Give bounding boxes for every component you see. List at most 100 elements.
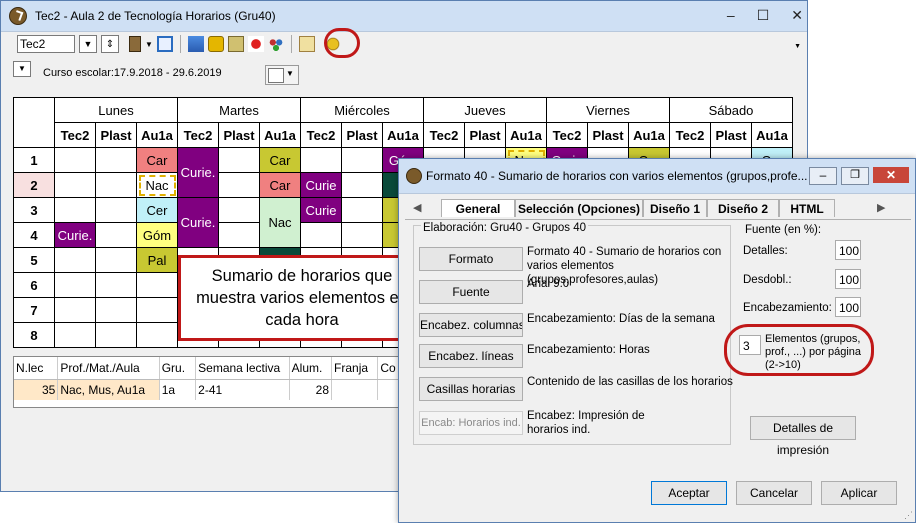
tab-seleccion[interactable]: Selección (Opciones) xyxy=(515,199,643,217)
timetable-cell[interactable] xyxy=(341,222,383,248)
dialog-close-icon[interactable]: ✕ xyxy=(873,167,909,183)
fuente-button[interactable]: Fuente xyxy=(419,280,523,304)
close-icon[interactable]: ✕ xyxy=(791,7,803,24)
timetable-cell[interactable] xyxy=(300,147,342,173)
main-titlebar: Tec2 - Aula 2 de Tecnología Horarios (Gr… xyxy=(1,1,807,32)
timetable-cell[interactable] xyxy=(54,247,96,273)
book-icon[interactable] xyxy=(129,36,141,52)
pin-icon[interactable] xyxy=(247,36,264,52)
page-settings-icon[interactable] xyxy=(298,36,315,52)
encab-columnas-button[interactable]: Encabez. columnas xyxy=(419,313,523,337)
timetable-cell-mar-au1-r1[interactable]: Car xyxy=(259,147,301,173)
header-grupo[interactable]: Gru. xyxy=(160,357,197,379)
detalles-input[interactable]: 100 xyxy=(835,240,861,260)
timetable-cell[interactable] xyxy=(54,272,96,298)
table-row[interactable]: 35 Nac, Mus, Au1a 1a 2-41 28 xyxy=(14,380,402,400)
timetable-cell[interactable] xyxy=(136,297,178,323)
timetable-cell[interactable] xyxy=(136,272,178,298)
detalles-impresion-button[interactable]: Detalles de impresión xyxy=(750,416,856,457)
tab-diseno-1[interactable]: Diseño 1 xyxy=(643,199,707,217)
timetable-cell[interactable] xyxy=(95,297,137,323)
edit-icon[interactable] xyxy=(227,36,244,52)
timetable-cell-lun-tec-r4[interactable]: Curie. xyxy=(54,222,96,248)
header-nlec[interactable]: N.lec xyxy=(14,357,59,379)
dialog-restore-icon[interactable]: ❐ xyxy=(841,167,869,185)
aplicar-button[interactable]: Aplicar xyxy=(821,481,897,505)
timetable-cell[interactable] xyxy=(300,222,342,248)
header-semana-lectiva[interactable]: Semana lectiva xyxy=(196,357,290,379)
timetable-cell[interactable] xyxy=(95,197,137,223)
timetable-cell[interactable] xyxy=(218,172,260,198)
cancelar-button[interactable]: Cancelar xyxy=(736,481,812,505)
header-alumnos[interactable]: Alum. xyxy=(290,357,333,379)
elements-icon[interactable] xyxy=(267,36,284,52)
header-franja[interactable]: Franja xyxy=(332,357,379,379)
day-header-martes: Martes xyxy=(177,97,301,123)
minimize-icon[interactable]: – xyxy=(727,7,735,24)
font-percent-title: Fuente (en %): xyxy=(745,224,822,236)
tab-html[interactable]: HTML xyxy=(779,199,835,217)
maximize-icon[interactable]: ☐ xyxy=(757,7,770,24)
timetable-cell[interactable] xyxy=(218,147,260,173)
aceptar-button[interactable]: Aceptar xyxy=(651,481,727,505)
timetable-cell[interactable] xyxy=(341,172,383,198)
timetable-cell[interactable] xyxy=(218,222,260,248)
desdobl-input[interactable]: 100 xyxy=(835,269,861,289)
timetable-cell-lun-au1-r2[interactable]: Nac xyxy=(136,172,178,198)
combo-stepper-icon[interactable]: ⇕ xyxy=(101,35,119,53)
timetable-cell[interactable] xyxy=(341,197,383,223)
timetable-cell-mar-tec-r1[interactable]: Curie. xyxy=(177,147,219,198)
timetable-cell[interactable] xyxy=(54,147,96,173)
timetable-cell[interactable] xyxy=(54,322,96,348)
lock-icon[interactable] xyxy=(207,36,224,52)
timetable-cell-mar-au1-r3[interactable]: Nac xyxy=(259,197,301,248)
timetable-cell-mie-tec-r3[interactable]: Curie xyxy=(300,197,342,223)
col-header-sab-plast: Plast xyxy=(710,122,752,148)
grid-view-icon[interactable] xyxy=(156,36,173,52)
timetable-cell-lun-au1-r4[interactable]: Góm xyxy=(136,222,178,248)
timetable-cell-lun-au1-r1[interactable]: Car xyxy=(136,147,178,173)
element-combo[interactable]: Tec2 xyxy=(17,35,75,53)
timetable-cell[interactable] xyxy=(54,172,96,198)
timetable-cell[interactable] xyxy=(95,172,137,198)
dialog-minimize-icon[interactable]: – xyxy=(809,167,837,185)
timetable-cell[interactable] xyxy=(95,322,137,348)
calendar-picker[interactable]: ▼ xyxy=(265,65,299,85)
timetable-cell[interactable] xyxy=(95,272,137,298)
annotation-callout: Sumario de horarios que muestra varios e… xyxy=(178,255,426,341)
timetable-cell[interactable] xyxy=(95,147,137,173)
timetable-cell-mar-au1-r2[interactable]: Car xyxy=(259,172,301,198)
cell-semana-lectiva: 2-41 xyxy=(196,380,290,400)
tab-diseno-2[interactable]: Diseño 2 xyxy=(707,199,779,217)
casillas-horarias-button[interactable]: Casillas horarias xyxy=(419,377,523,401)
formato-button[interactable]: Formato xyxy=(419,247,523,271)
book-dropdown-icon[interactable]: ▼ xyxy=(145,40,153,49)
timetable-cell-mar-tec-r3[interactable]: Curie. xyxy=(177,197,219,248)
header-prof-mat-aula[interactable]: Prof./Mat./Aula xyxy=(58,357,160,379)
cell-franja xyxy=(332,380,379,400)
timetable-cell[interactable] xyxy=(95,222,137,248)
timetable-cell-lun-au1-r3[interactable]: Cer xyxy=(136,197,178,223)
timetable-cell[interactable] xyxy=(218,197,260,223)
timetable-cell[interactable] xyxy=(95,247,137,273)
resize-grip-icon[interactable]: ⋰ xyxy=(904,510,913,521)
timetable-cell[interactable] xyxy=(54,197,96,223)
untis-app-icon xyxy=(9,7,27,25)
transfer-icon[interactable] xyxy=(187,36,204,52)
tab-general[interactable]: General xyxy=(441,199,515,217)
timetable-cell-mie-tec-r2[interactable]: Curie xyxy=(300,172,342,198)
row-header-7: 7 xyxy=(13,297,55,323)
tab-scroll-left-icon[interactable]: ◀ xyxy=(413,201,421,214)
encab-lineas-button[interactable]: Encabez. líneas xyxy=(419,344,523,368)
combo-dropdown-icon[interactable]: ▼ xyxy=(79,35,97,53)
timetable-cell[interactable] xyxy=(136,322,178,348)
toolbar-overflow-icon[interactable]: ▼ xyxy=(794,43,801,50)
timetable-cell[interactable] xyxy=(341,147,383,173)
collapse-dropdown-icon[interactable]: ▼ xyxy=(13,61,31,77)
timetable-cell[interactable] xyxy=(54,297,96,323)
encabezamiento-input[interactable]: 100 xyxy=(835,297,861,317)
encab-horarios-button[interactable]: Encab: Horarios ind. xyxy=(419,411,523,435)
row-header-6: 6 xyxy=(13,272,55,298)
tab-scroll-right-icon[interactable]: ▶ xyxy=(877,201,885,214)
timetable-cell-lun-au1-r5[interactable]: Pal xyxy=(136,247,178,273)
